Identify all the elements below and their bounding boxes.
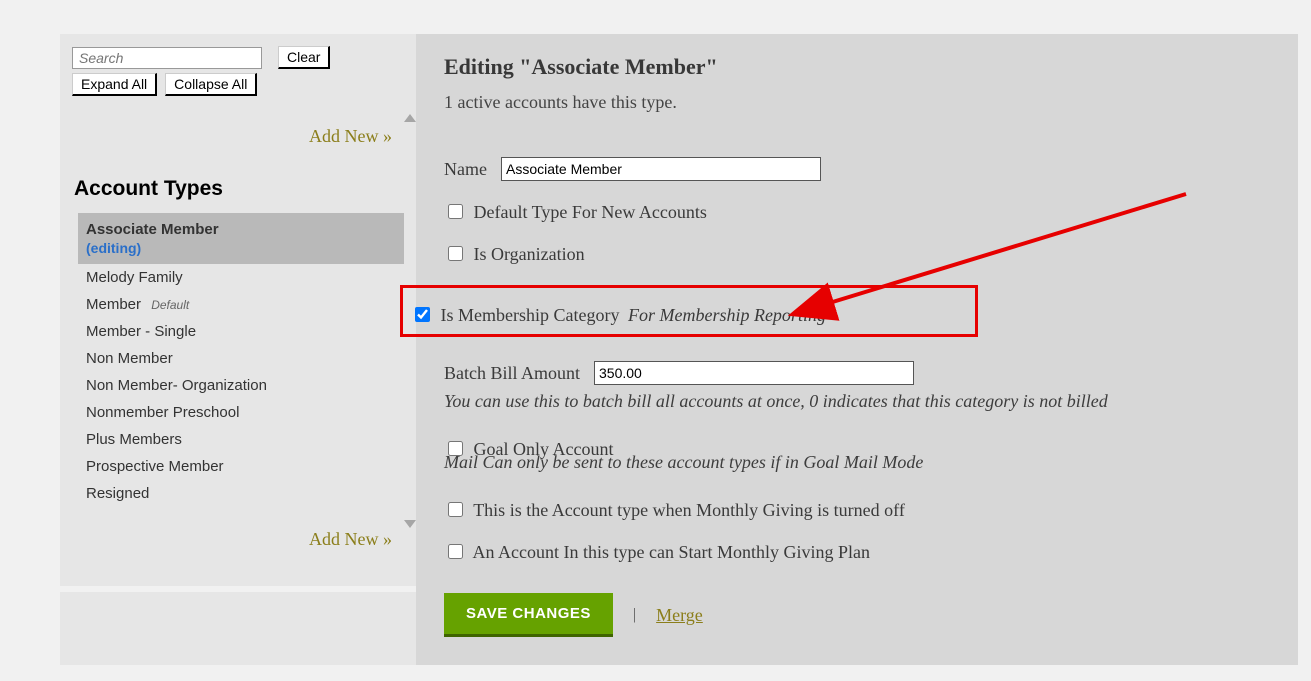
page-title: Editing "Associate Member" xyxy=(444,54,1262,80)
is-membership-note: For Membership Reporting xyxy=(628,305,826,325)
active-count-line: 1 active accounts have this type. xyxy=(444,92,1262,113)
monthly-start-row[interactable]: An Account In this type can Start Monthl… xyxy=(444,541,1262,563)
save-changes-button[interactable]: SAVE CHANGES xyxy=(444,593,613,637)
sidebar-item-member-single[interactable]: Member - Single xyxy=(78,318,404,345)
sidebar-item-melody-family[interactable]: Melody Family xyxy=(78,264,404,291)
sidebar-divider xyxy=(60,586,416,592)
merge-link[interactable]: Merge xyxy=(656,605,703,626)
default-type-label: Default Type For New Accounts xyxy=(474,202,707,222)
default-type-row[interactable]: Default Type For New Accounts xyxy=(444,201,1262,223)
sidebar-item-nonmember-preschool[interactable]: Nonmember Preschool xyxy=(78,399,404,426)
goal-only-note: Mail Can only be sent to these account t… xyxy=(444,452,1262,473)
search-input[interactable] xyxy=(72,47,262,69)
sidebar-item-resigned[interactable]: Resigned xyxy=(78,480,404,507)
is-membership-checkbox[interactable] xyxy=(415,307,430,322)
sidebar-item-label: Member xyxy=(86,296,141,313)
sidebar-heading: Account Types xyxy=(74,177,416,201)
is-org-label: Is Organization xyxy=(474,244,585,264)
editing-tag: (editing) xyxy=(86,240,396,256)
sidebar-item-label: Associate Member xyxy=(86,221,219,238)
separator-pipe: | xyxy=(633,606,636,624)
scroll-up-icon xyxy=(404,114,416,122)
collapse-all-button[interactable]: Collapse All xyxy=(165,73,257,96)
sidebar-item-plus-members[interactable]: Plus Members xyxy=(78,426,404,453)
sidebar-item-associate-member[interactable]: Associate Member (editing) xyxy=(78,213,404,264)
sidebar-item-non-member[interactable]: Non Member xyxy=(78,345,404,372)
add-new-top-link[interactable]: Add New » xyxy=(60,126,416,147)
batch-bill-note: You can use this to batch bill all accou… xyxy=(444,391,1262,412)
scroll-down-icon xyxy=(404,520,416,528)
membership-highlight-box: Is Membership Category For Membership Re… xyxy=(400,285,978,337)
clear-button[interactable]: Clear xyxy=(278,46,330,69)
is-org-row[interactable]: Is Organization xyxy=(444,243,1262,265)
batch-bill-label: Batch Bill Amount xyxy=(444,363,580,384)
sidebar-item-member[interactable]: Member Default xyxy=(78,291,404,318)
sidebar-item-non-member-org[interactable]: Non Member- Organization xyxy=(78,372,404,399)
batch-bill-input[interactable] xyxy=(594,361,914,385)
sidebar-item-label: Non Member xyxy=(86,350,173,367)
sidebar-item-label: Non Member- Organization xyxy=(86,377,267,394)
add-new-bottom-link[interactable]: Add New » xyxy=(60,529,416,550)
name-label: Name xyxy=(444,159,487,180)
sidebar-item-prospective-member[interactable]: Prospective Member xyxy=(78,453,404,480)
is-membership-label: Is Membership Category xyxy=(441,305,620,325)
monthly-start-label: An Account In this type can Start Monthl… xyxy=(473,542,870,562)
account-type-list: Associate Member (editing) Melody Family… xyxy=(78,213,404,507)
main-editor: Editing "Associate Member" 1 active acco… xyxy=(416,34,1298,665)
default-type-checkbox[interactable] xyxy=(448,204,463,219)
is-membership-row[interactable]: Is Membership Category For Membership Re… xyxy=(411,304,963,326)
sidebar: Clear Expand All Collapse All Add New » … xyxy=(60,34,416,665)
sidebar-item-label: Melody Family xyxy=(86,269,183,286)
sidebar-item-label: Plus Members xyxy=(86,431,182,448)
sidebar-item-label: Nonmember Preschool xyxy=(86,404,239,421)
monthly-off-label: This is the Account type when Monthly Gi… xyxy=(473,500,905,520)
expand-all-button[interactable]: Expand All xyxy=(72,73,157,96)
default-tag: Default xyxy=(151,298,189,312)
monthly-off-row[interactable]: This is the Account type when Monthly Gi… xyxy=(444,499,1262,521)
sidebar-item-label: Resigned xyxy=(86,485,149,502)
monthly-start-checkbox[interactable] xyxy=(448,544,463,559)
is-org-checkbox[interactable] xyxy=(448,246,463,261)
name-input[interactable] xyxy=(501,157,821,181)
sidebar-item-label: Prospective Member xyxy=(86,458,224,475)
monthly-off-checkbox[interactable] xyxy=(448,502,463,517)
sidebar-item-label: Member - Single xyxy=(86,323,196,340)
